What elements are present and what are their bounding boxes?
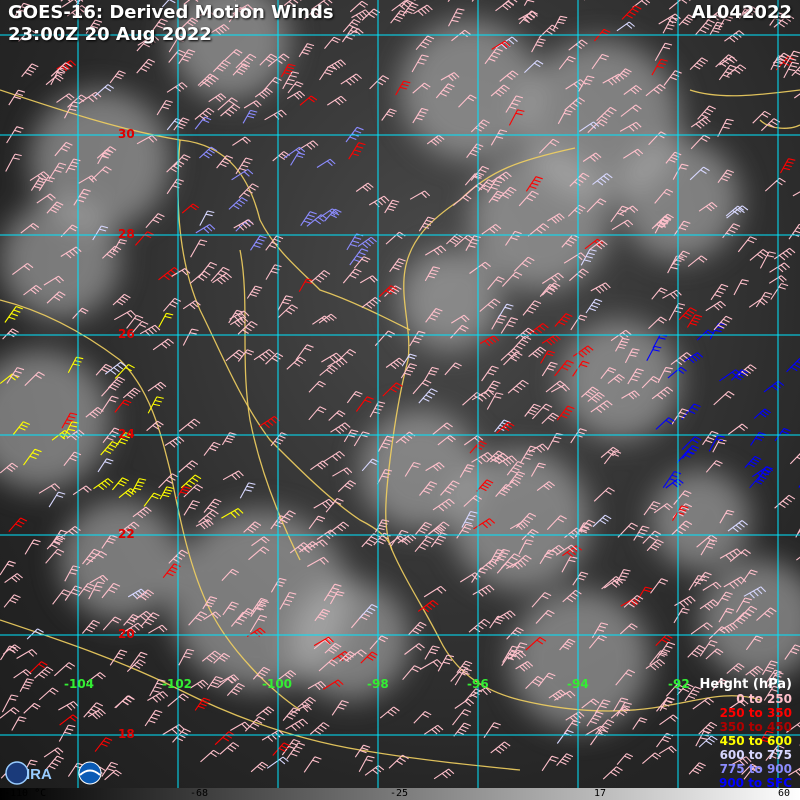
lat-label: 24: [118, 427, 135, 441]
legend-item: 600 to 775: [719, 748, 792, 762]
colorbar-label: 17: [594, 788, 607, 799]
lat-label: 30: [118, 127, 135, 141]
legend-item: 450 to 600: [719, 734, 792, 748]
legend-item: 350 to 450: [719, 720, 792, 734]
colorbar-label: -110 °C: [4, 788, 47, 799]
logos: IRA: [5, 761, 102, 785]
lat-label: 28: [118, 227, 135, 241]
legend-item: 775 to 900: [719, 762, 792, 776]
lon-label: -102: [162, 677, 193, 691]
svg-text:IRA: IRA: [26, 766, 52, 783]
lat-label: 26: [118, 327, 135, 341]
colorbar-label: -25: [390, 788, 409, 799]
colorbar-label: 60: [778, 788, 791, 799]
legend-item: 250 to 350: [719, 706, 792, 720]
lon-label: -98: [367, 677, 389, 691]
lon-label: -94: [567, 677, 589, 691]
storm-id: AL042022: [691, 2, 792, 23]
lat-label: 20: [118, 627, 135, 641]
legend-item: 0 to 250: [736, 692, 792, 706]
timestamp: 23:00Z 20 Aug 2022: [8, 24, 212, 45]
lon-label: -100: [262, 677, 293, 691]
colorbar-label: -68: [190, 788, 209, 799]
lon-label: -96: [467, 677, 489, 691]
height-legend: Height (hPa) 0 to 250 250 to 350 350 to …: [699, 677, 792, 791]
lat-label: 22: [118, 527, 135, 541]
cira-logo: IRA: [5, 761, 52, 785]
lon-label: -104: [64, 677, 95, 691]
legend-title: Height (hPa): [699, 677, 792, 692]
product-title: GOES-16: Derived Motion Winds: [8, 2, 334, 23]
lat-label: 18: [118, 727, 135, 741]
satellite-wind-map: GOES-16: Derived Motion Winds 23:00Z 20 …: [0, 0, 800, 800]
lon-label: -92: [668, 677, 690, 691]
noaa-logo: [78, 761, 102, 785]
